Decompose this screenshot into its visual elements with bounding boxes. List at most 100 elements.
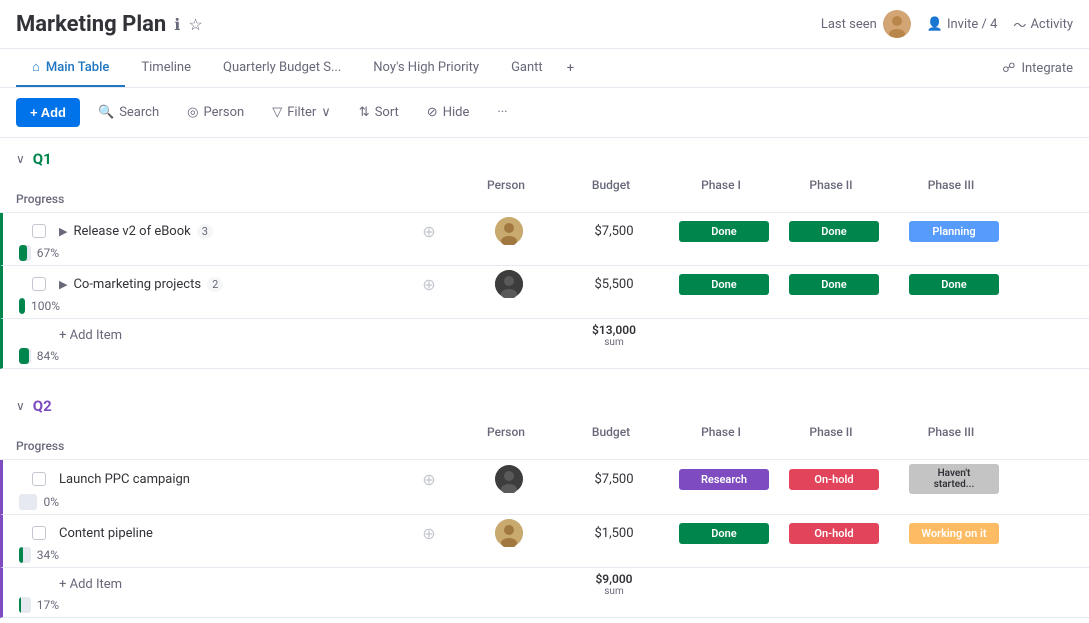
tab-gantt[interactable]: Gantt — [495, 50, 559, 87]
person-cell — [459, 519, 559, 547]
budget-cell: $1,500 — [559, 526, 669, 541]
sum-progress: 84% — [19, 348, 59, 364]
person-filter-icon: ◎ — [187, 105, 198, 120]
phase1-cell[interactable]: Done — [669, 221, 779, 242]
tab-noys-high-priority[interactable]: Noy's High Priority — [357, 50, 495, 87]
budget-cell: $7,500 — [559, 472, 669, 487]
invite-button[interactable]: 👤 Invite / 4 — [927, 17, 998, 32]
add-item-label[interactable]: + Add Item — [59, 328, 399, 343]
col-phase3: Phase III — [886, 178, 1016, 192]
add-item-row-q2[interactable]: + Add Item $9,000 sum 17% — [0, 568, 1089, 618]
sum-progress-fill — [19, 348, 29, 364]
phase3-badge[interactable]: Done — [909, 274, 999, 295]
tab-quarterly-budget[interactable]: Quarterly Budget S... — [207, 50, 357, 87]
page-title: Marketing Plan — [16, 12, 166, 37]
sum-progress-fill — [19, 597, 21, 613]
phase2-cell[interactable]: Done — [779, 274, 889, 295]
tab-main-table[interactable]: ⌂ Main Table — [16, 49, 125, 87]
row-checkbox[interactable] — [19, 277, 59, 291]
tab-gantt-label: Gantt — [511, 60, 543, 75]
star-icon[interactable]: ☆ — [188, 15, 202, 34]
person-button[interactable]: ◎ Person — [177, 99, 254, 126]
col-budget: Budget — [556, 425, 666, 439]
phase2-badge[interactable]: Done — [789, 274, 879, 295]
table-row: ▶ Release v2 of eBook 3 ⊕ $7,500 Done Do… — [0, 213, 1089, 266]
add-item-row-q1[interactable]: + Add Item $13,000 sum 84% — [0, 319, 1089, 369]
section-q1-title: Q1 — [33, 150, 52, 168]
sub-count: 3 — [197, 224, 213, 239]
phase1-cell[interactable]: Done — [669, 274, 779, 295]
row-name-content: Content pipeline — [59, 526, 399, 541]
sum-budget: $9,000 sum — [559, 572, 669, 597]
col-phase2: Phase II — [776, 425, 886, 439]
row-title: Content pipeline — [59, 526, 153, 541]
phase1-cell[interactable]: Done — [669, 523, 779, 544]
content: ∨ Q1 Person Budget Phase I Phase II Phas… — [0, 138, 1089, 623]
integrate-icon: ☍ — [1002, 61, 1015, 76]
phase2-cell[interactable]: On-hold — [779, 523, 889, 544]
sub-count: 2 — [207, 277, 223, 292]
phase2-cell[interactable]: On-hold — [779, 469, 889, 490]
tabs: ⌂ Main Table Timeline Quarterly Budget S… — [0, 49, 1089, 88]
phase2-badge[interactable]: On-hold — [789, 469, 879, 490]
row-checkbox[interactable] — [19, 224, 59, 238]
phase3-badge[interactable]: Planning — [909, 221, 999, 242]
phase3-badge[interactable]: Haven't started... — [909, 464, 999, 494]
add-button[interactable]: + Add — [16, 98, 80, 127]
activity-button[interactable]: 〜 Activity — [1013, 15, 1073, 34]
row-checkbox[interactable] — [19, 472, 59, 486]
phase1-badge[interactable]: Done — [679, 221, 769, 242]
row-add-button[interactable]: ⊕ — [399, 470, 459, 489]
phase3-cell[interactable]: Done — [889, 274, 1019, 295]
info-icon[interactable]: ℹ — [174, 15, 180, 34]
hide-button[interactable]: ⊘ Hide — [417, 99, 480, 126]
expand-icon[interactable]: ▶ — [59, 225, 67, 238]
filter-label: Filter — [287, 105, 316, 120]
hide-label: Hide — [443, 105, 470, 120]
sort-button[interactable]: ⇅ Sort — [349, 99, 409, 126]
more-options-button[interactable]: ··· — [487, 99, 517, 126]
section-q2-toggle[interactable]: ∨ — [16, 399, 25, 413]
phase1-badge[interactable]: Done — [679, 274, 769, 295]
header-left: Marketing Plan ℹ ☆ — [16, 12, 203, 37]
search-button[interactable]: 🔍 Search — [88, 99, 169, 126]
phase3-cell[interactable]: Planning — [889, 221, 1019, 242]
row-checkbox[interactable] — [19, 526, 59, 540]
sort-icon: ⇅ — [359, 105, 370, 120]
filter-button[interactable]: ▽ Filter ∨ — [262, 99, 341, 126]
tabs-right[interactable]: ☍ Integrate — [1002, 61, 1073, 76]
header-right: Last seen 👤 Invite / 4 〜 Activity — [821, 10, 1073, 38]
phase2-cell[interactable]: Done — [779, 221, 889, 242]
more-icon: ··· — [497, 105, 507, 120]
person-label: Person — [203, 105, 244, 120]
phase3-badge[interactable]: Working on it — [909, 523, 999, 544]
phase3-cell[interactable]: Working on it — [889, 523, 1019, 544]
phase2-badge[interactable]: On-hold — [789, 523, 879, 544]
row-add-button[interactable]: ⊕ — [399, 222, 459, 241]
avatar — [883, 10, 911, 38]
phase1-badge[interactable]: Done — [679, 523, 769, 544]
phase2-badge[interactable]: Done — [789, 221, 879, 242]
activity-icon: 〜 — [1013, 15, 1026, 34]
row-add-button[interactable]: ⊕ — [399, 275, 459, 294]
section-q2-header: ∨ Q2 — [0, 385, 1089, 419]
tab-timeline[interactable]: Timeline — [125, 50, 207, 87]
phase3-cell[interactable]: Haven't started... — [889, 464, 1019, 494]
col-person: Person — [456, 178, 556, 192]
add-tab-button[interactable]: + — [559, 51, 582, 86]
row-add-button[interactable]: ⊕ — [399, 524, 459, 543]
table-row: Content pipeline ⊕ $1,500 Done On-hold W… — [0, 515, 1089, 568]
progress-pct: 67% — [37, 246, 59, 260]
progress-bar — [19, 245, 31, 261]
section-q1-header: ∨ Q1 — [0, 138, 1089, 172]
add-item-label[interactable]: + Add Item — [59, 577, 399, 592]
col-phase1: Phase I — [666, 178, 776, 192]
sum-progress-pct: 84% — [37, 349, 59, 363]
person-cell — [459, 465, 559, 493]
section-q1-toggle[interactable]: ∨ — [16, 152, 25, 166]
filter-chevron-icon: ∨ — [321, 105, 331, 120]
phase1-badge[interactable]: Research — [679, 469, 769, 490]
col-progress: Progress — [16, 192, 56, 206]
expand-icon[interactable]: ▶ — [59, 278, 67, 291]
phase1-cell[interactable]: Research — [669, 469, 779, 490]
